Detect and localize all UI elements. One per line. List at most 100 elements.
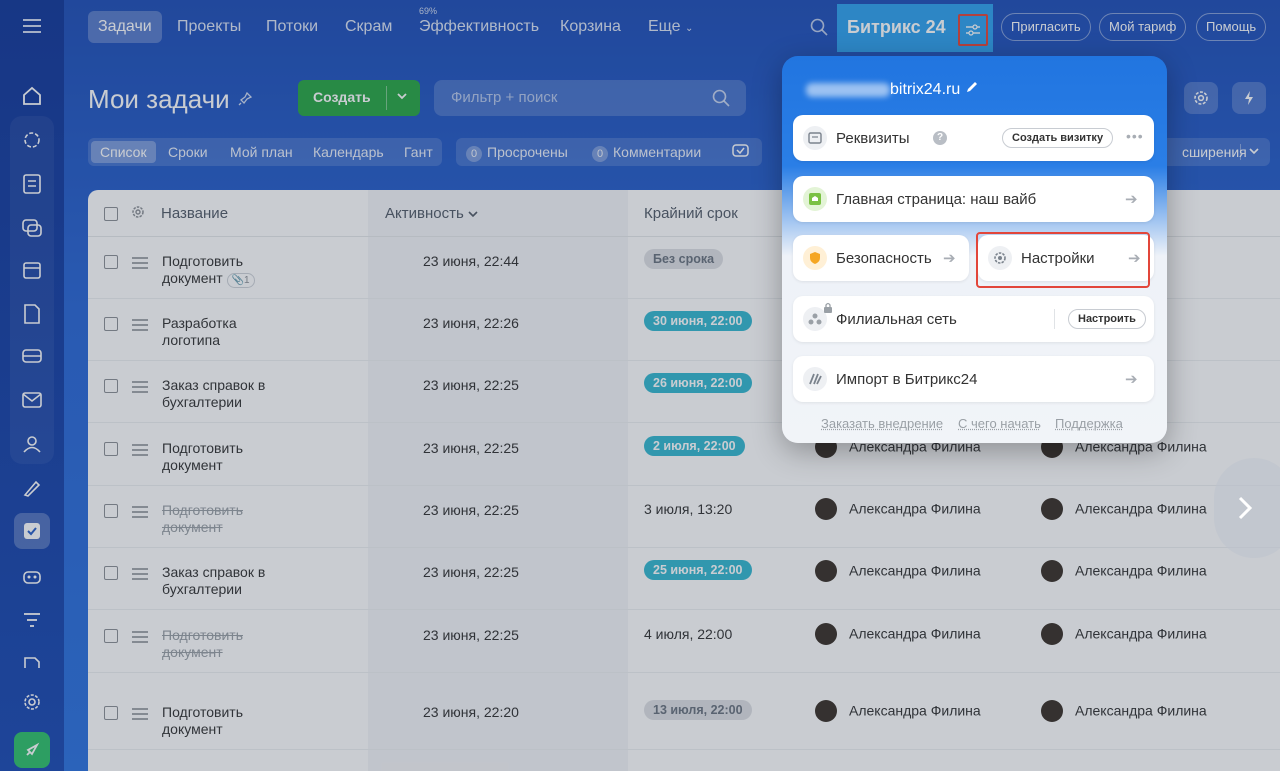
tab-list[interactable]: Список <box>91 141 156 163</box>
header-name[interactable]: Название <box>161 205 228 222</box>
row-checkbox[interactable] <box>104 566 118 580</box>
drag-handle-icon[interactable] <box>132 630 148 646</box>
mail-icon[interactable] <box>14 382 50 418</box>
sliders-icon[interactable] <box>958 14 988 46</box>
row-checkbox[interactable] <box>104 706 118 720</box>
nav-trash[interactable]: Корзина <box>550 11 631 43</box>
task-deadline[interactable]: 4 июля, 22:00 <box>644 624 732 644</box>
task-name[interactable]: Заказ справок в бухгалтерии <box>162 564 292 598</box>
help-icon[interactable]: ? <box>933 131 947 145</box>
row-checkbox[interactable] <box>104 442 118 456</box>
row-checkbox[interactable] <box>104 255 118 269</box>
task-creator[interactable]: Александра Филина <box>1041 700 1207 723</box>
drag-handle-icon[interactable] <box>132 707 148 723</box>
home-icon[interactable] <box>14 78 50 114</box>
select-all-checkbox[interactable] <box>104 207 118 221</box>
task-deadline[interactable]: 2 июля, 22:00 <box>644 436 745 456</box>
security-card[interactable]: Безопасность ➔ <box>793 235 969 281</box>
calendar-icon[interactable] <box>14 252 50 288</box>
task-responsible[interactable]: Александра Филина <box>815 560 981 583</box>
task-name[interactable]: Подготовить документ <box>162 502 292 536</box>
task-name[interactable]: Подготовить документ <box>162 627 292 661</box>
sign-icon[interactable] <box>14 470 50 506</box>
task-responsible[interactable]: Александра Филина <box>815 700 981 723</box>
task-deadline[interactable]: 3 июля, 13:20 <box>644 499 732 519</box>
nav-more[interactable]: Еще ⌄ <box>638 11 703 43</box>
drag-handle-icon[interactable] <box>132 256 148 272</box>
task-name[interactable]: Подготовить документ 📎1 <box>162 253 292 288</box>
chevron-down-icon[interactable] <box>396 89 408 105</box>
counter-comments[interactable]: 0 Комментарии <box>592 144 701 162</box>
shop-icon[interactable] <box>14 644 50 680</box>
task-name[interactable]: Подготовить документ <box>162 440 292 474</box>
chevron-down-icon[interactable] <box>1248 144 1260 160</box>
task-creator[interactable]: Александра Филина <box>1041 623 1207 646</box>
task-deadline[interactable]: 13 июля, 22:00 <box>644 700 752 720</box>
drag-handle-icon[interactable] <box>132 443 148 459</box>
search-icon[interactable] <box>712 89 730 111</box>
table-row[interactable]: Подготовить документ 23 июня, 22:25 3 июля… <box>88 486 1280 548</box>
settings-icon[interactable] <box>14 684 50 720</box>
task-responsible[interactable]: Александра Филина <box>815 623 981 646</box>
nav-flows[interactable]: Потоки <box>256 11 328 43</box>
requisites-card[interactable]: Реквизиты ? Создать визитку ••• <box>793 115 1154 161</box>
gear-icon[interactable] <box>131 205 145 222</box>
drag-handle-icon[interactable] <box>132 380 148 396</box>
search-icon[interactable] <box>810 18 828 39</box>
pin-icon[interactable] <box>238 91 253 109</box>
invite-button[interactable]: Пригласить <box>1001 13 1091 41</box>
task-deadline[interactable]: 25 июня, 22:00 <box>644 560 752 580</box>
bitrix-logo[interactable]: Битрикс 24 <box>837 4 993 52</box>
task-deadline[interactable]: 26 июня, 22:00 <box>644 373 752 393</box>
drag-handle-icon[interactable] <box>132 318 148 334</box>
row-checkbox[interactable] <box>104 379 118 393</box>
table-row[interactable]: Подготовить документ 23 июня, 22:25 4 июля… <box>88 611 1280 673</box>
order-implementation-link[interactable]: Заказать внедрение <box>821 416 943 431</box>
row-checkbox[interactable] <box>104 629 118 643</box>
nav-tasks[interactable]: Задачи <box>88 11 162 43</box>
configure-button[interactable]: Настроить <box>1068 309 1146 329</box>
tasks-icon[interactable] <box>14 513 50 549</box>
create-button[interactable]: Создать <box>298 80 420 116</box>
header-deadline[interactable]: Крайний срок <box>644 205 738 222</box>
support-link[interactable]: Поддержка <box>1055 416 1123 431</box>
tariff-button[interactable]: Мой тариф <box>1099 13 1187 41</box>
task-name[interactable]: Разработка логотипа <box>162 315 292 349</box>
tab-deadlines[interactable]: Сроки <box>159 141 217 163</box>
tab-gantt[interactable]: Гант <box>395 141 442 163</box>
task-name[interactable]: Заказ справок в бухгалтерии <box>162 377 292 411</box>
drag-handle-icon[interactable] <box>132 567 148 583</box>
drag-handle-icon[interactable] <box>132 505 148 521</box>
row-checkbox[interactable] <box>104 317 118 331</box>
help-button[interactable]: Помощь <box>1196 13 1267 41</box>
portal-domain[interactable]: bitrix24.ru <box>806 80 979 99</box>
nav-scrum[interactable]: Скрам <box>335 11 402 43</box>
rocket-icon[interactable] <box>14 732 50 768</box>
lightning-icon[interactable] <box>1232 82 1266 114</box>
task-responsible[interactable]: Александра Филина <box>815 498 981 521</box>
scroll-right-button[interactable] <box>1214 458 1280 558</box>
header-activity[interactable]: Активность <box>385 205 478 222</box>
feed-icon[interactable] <box>14 122 50 158</box>
tab-my-plan[interactable]: Мой план <box>221 141 302 163</box>
tab-calendar[interactable]: Календарь <box>304 141 393 163</box>
employees-icon[interactable] <box>14 426 50 462</box>
document-icon[interactable] <box>14 296 50 332</box>
import-card[interactable]: Импорт в Битрикс24 ➔ <box>793 356 1154 402</box>
pencil-icon[interactable] <box>965 81 979 98</box>
crm-icon[interactable] <box>14 338 50 374</box>
row-checkbox[interactable] <box>104 504 118 518</box>
table-row[interactable]: Заказ справок в бухгалтерии 23 июня, 22:2… <box>88 548 1280 610</box>
task-deadline[interactable]: Без срока <box>644 249 724 269</box>
task-deadline[interactable]: 30 июня, 22:00 <box>644 311 752 331</box>
main-page-card[interactable]: Главная страница: наш вайб ➔ <box>793 176 1154 222</box>
extensions-button[interactable]: сширения <box>1160 138 1270 166</box>
task-name[interactable]: Подготовить документ <box>162 704 292 738</box>
counter-overdue[interactable]: 0 Просрочены <box>466 144 568 162</box>
more-icon[interactable]: ••• <box>1126 128 1144 144</box>
branch-network-card[interactable]: Филиальная сеть Настроить <box>793 296 1154 342</box>
nav-efficiency[interactable]: Эффективность <box>409 11 549 43</box>
create-card-button[interactable]: Создать визитку <box>1002 128 1114 148</box>
task-creator[interactable]: Александра Филина <box>1041 498 1207 521</box>
getting-started-link[interactable]: С чего начать <box>958 416 1041 431</box>
